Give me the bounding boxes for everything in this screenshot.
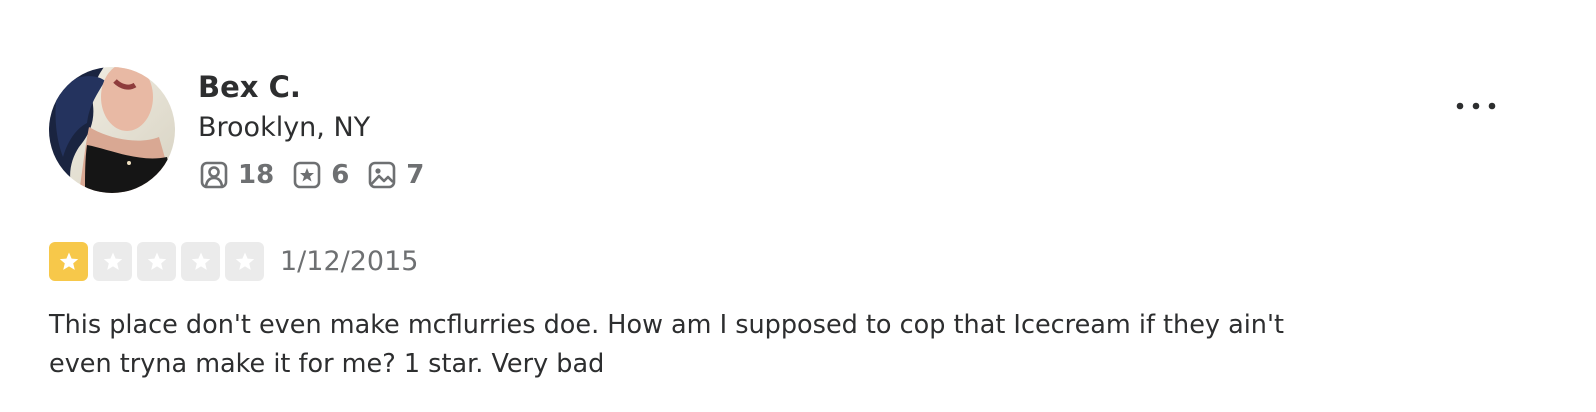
- photos-count: 7: [406, 160, 425, 190]
- star-empty: [137, 242, 176, 281]
- friends-count: 18: [238, 160, 275, 190]
- star-empty: [181, 242, 220, 281]
- photo-icon: [368, 161, 396, 189]
- photos-stat: 7: [367, 158, 424, 192]
- review-star-icon: [293, 161, 321, 189]
- user-name[interactable]: Bex C.: [198, 68, 301, 106]
- star-icon: [103, 252, 122, 270]
- star-icon: [191, 252, 210, 270]
- user-stats: 18 6 7: [199, 158, 442, 192]
- user-avatar[interactable]: [49, 67, 175, 193]
- review-card: Bex C. Brooklyn, NY 18 6 7 1/12/2015 Thi…: [0, 0, 1596, 412]
- star-icon: [235, 252, 254, 270]
- reviews-stat: 6: [292, 158, 349, 192]
- friends-stat: 18: [199, 158, 274, 192]
- rating-row: 1/12/2015: [49, 242, 418, 281]
- friends-icon: [200, 161, 228, 189]
- review-date: 1/12/2015: [280, 246, 419, 277]
- star-filled: [49, 242, 88, 281]
- more-options-icon: [1456, 102, 1496, 110]
- star-rating: [49, 242, 269, 281]
- star-icon: [147, 252, 166, 270]
- reviews-count: 6: [331, 160, 350, 190]
- avatar-photo: [49, 67, 175, 193]
- star-empty: [225, 242, 264, 281]
- star-empty: [93, 242, 132, 281]
- user-location: Brooklyn, NY: [198, 112, 371, 143]
- review-text: This place don't even make mcflurries do…: [49, 310, 1284, 379]
- more-options-button[interactable]: [1449, 88, 1503, 124]
- star-icon: [59, 252, 78, 270]
